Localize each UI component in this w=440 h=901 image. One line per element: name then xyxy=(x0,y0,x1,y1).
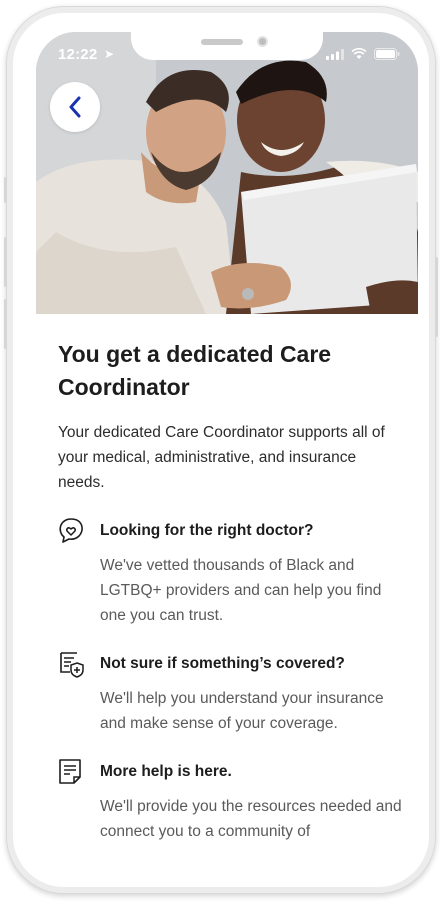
chat-heart-icon xyxy=(59,518,83,543)
feature-title: Looking for the right doctor? xyxy=(100,522,314,539)
speaker-grille xyxy=(201,39,243,45)
notepad-icon xyxy=(59,759,81,784)
chevron-left-icon xyxy=(69,96,81,118)
feature-body: We'll provide you the resources needed a… xyxy=(100,798,402,840)
feature-title: More help is here. xyxy=(100,763,232,780)
feature-title: Not sure if something’s covered? xyxy=(100,655,345,672)
phone-frame: 12:22 ➤ You get a dedicated Care Coordin… xyxy=(4,6,438,894)
status-time: 12:22 xyxy=(58,46,98,63)
front-camera xyxy=(257,36,268,47)
back-button[interactable] xyxy=(50,82,100,132)
feature-item-right-doctor: Looking for the right doctor? We've vett… xyxy=(58,518,403,628)
wifi-icon xyxy=(351,48,367,59)
volume-down-button xyxy=(4,299,7,349)
feature-body: We've vetted thousands of Black and LGTB… xyxy=(100,557,382,624)
signal-icon xyxy=(326,48,344,60)
app-screen: 12:22 ➤ You get a dedicated Care Coordin… xyxy=(36,32,418,877)
feature-item-more-help: More help is here. We'll provide you the… xyxy=(58,759,403,844)
power-button xyxy=(435,257,438,337)
intro-text: Your dedicated Care Coordinator supports… xyxy=(58,424,385,491)
page-title: You get a dedicated Care Coordinator xyxy=(58,341,332,400)
document-shield-icon xyxy=(60,652,84,678)
mute-switch xyxy=(4,177,7,203)
feature-body: We'll help you understand your insurance… xyxy=(100,690,384,732)
feature-item-coverage: Not sure if something’s covered? We'll h… xyxy=(58,652,403,736)
location-arrow-icon: ➤ xyxy=(104,47,115,61)
content-section: You get a dedicated Care Coordinator You… xyxy=(58,338,403,844)
notch xyxy=(131,32,323,60)
volume-up-button xyxy=(4,237,7,287)
battery-icon xyxy=(374,48,400,60)
